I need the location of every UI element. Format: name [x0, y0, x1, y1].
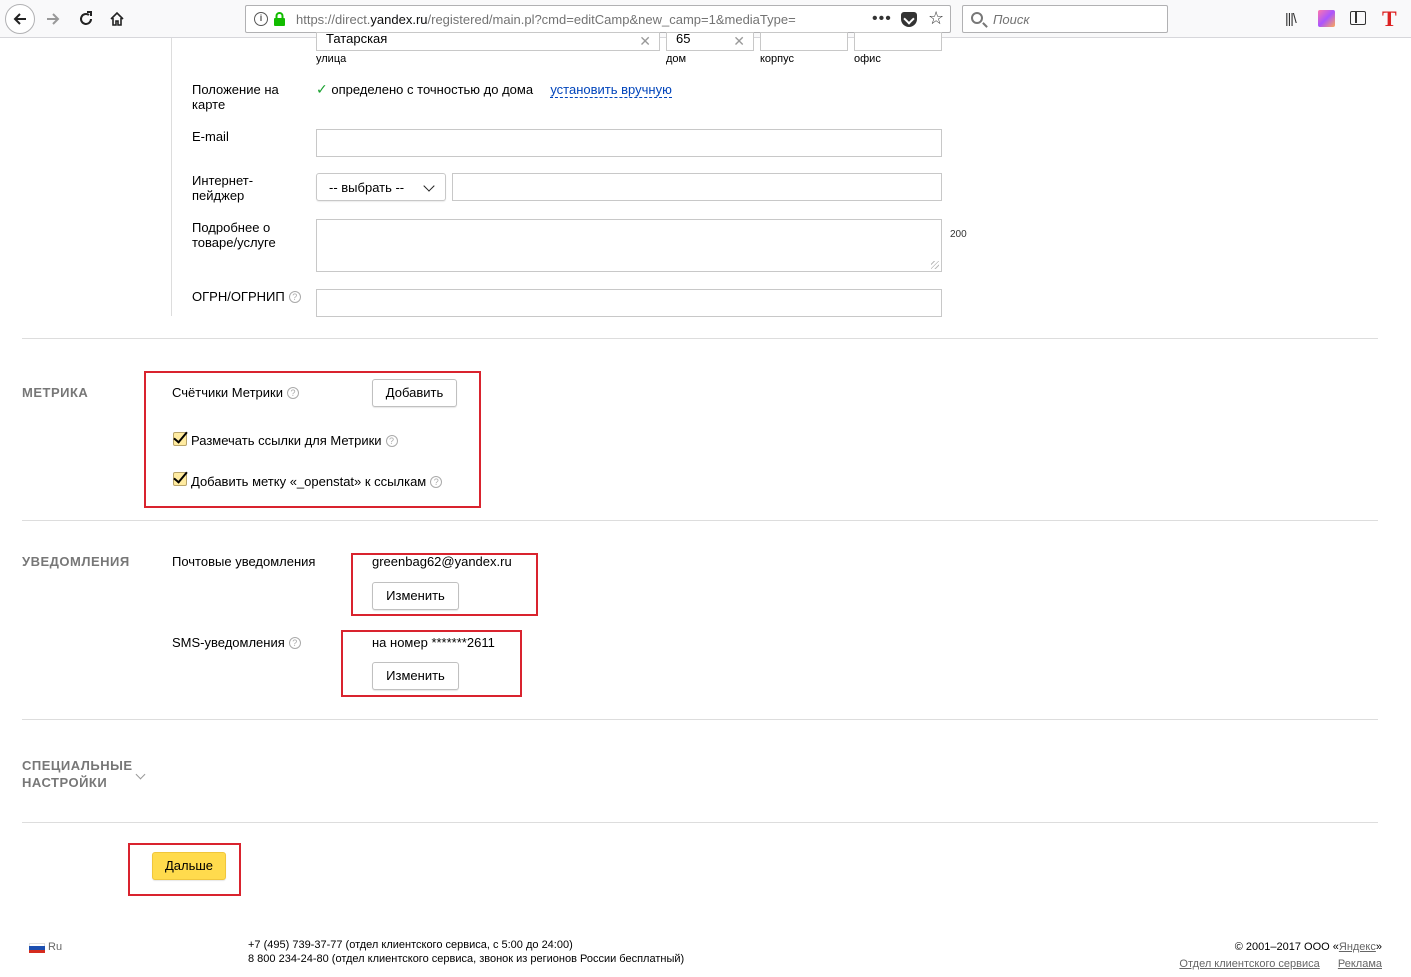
chevron-down-icon — [423, 180, 435, 192]
client-service-link[interactable]: Отдел клиентского сервиса — [1179, 958, 1319, 970]
info-icon[interactable]: i — [254, 12, 268, 26]
language-switch[interactable]: Ru — [48, 941, 62, 954]
street-label: улица — [316, 53, 347, 65]
library-icon[interactable]: |||\ — [1285, 10, 1297, 26]
clear-house-icon[interactable]: ✕ — [733, 33, 745, 50]
translate-extension-icon[interactable]: T — [1382, 6, 1397, 32]
footer-phone-moscow: +7 (495) 739-37-77 (отдел клиентского се… — [248, 939, 573, 951]
chevron-down-icon[interactable] — [135, 769, 146, 780]
footer-copyright: © 2001–2017 ООО «Яндекс» — [1235, 941, 1382, 954]
email-input[interactable] — [316, 129, 942, 157]
street-value: Татарская — [326, 32, 388, 46]
footer-phone-free: 8 800 234-24-80 (отдел клиентского серви… — [248, 953, 685, 965]
russia-flag-icon[interactable] — [29, 943, 45, 953]
search-bar[interactable]: Поиск — [962, 5, 1168, 33]
extension-icon[interactable] — [1318, 10, 1335, 27]
footer-links: Отдел клиентского сервиса Реклама — [1179, 958, 1382, 971]
ogrn-label-wrap: ОГРН/ОГРНИП? — [192, 289, 301, 304]
section-divider — [22, 719, 1378, 720]
search-placeholder: Поиск — [993, 12, 1030, 27]
bookmark-star-icon[interactable]: ☆ — [928, 8, 944, 29]
yandex-link[interactable]: Яндекс — [1339, 941, 1376, 953]
email-highlight-box — [351, 553, 538, 616]
help-icon[interactable]: ? — [288, 637, 301, 649]
details-char-counter: 200 — [950, 229, 967, 240]
address-bar[interactable]: i https://direct.yandex.ru/registered/ma… — [245, 5, 951, 33]
check-icon: ✓ — [316, 81, 328, 97]
section-divider — [22, 822, 1378, 823]
back-arrow-icon — [13, 13, 26, 25]
building-input[interactable] — [760, 32, 848, 51]
resize-grip-icon[interactable] — [931, 261, 939, 269]
pocket-icon[interactable] — [901, 12, 917, 27]
pager-select-value: -- выбрать -- — [329, 180, 405, 195]
ads-link[interactable]: Реклама — [1338, 958, 1382, 970]
home-button[interactable] — [102, 4, 132, 34]
office-input[interactable] — [854, 32, 942, 51]
reload-icon — [80, 11, 92, 25]
map-status-text: определено с точностью до дома — [331, 82, 534, 97]
email-label: E-mail — [192, 129, 229, 144]
house-value: 65 — [676, 32, 691, 46]
details-label: Подробнее о товаре/услуге — [192, 220, 276, 250]
notifications-section-title: УВЕДОМЛЕНИЯ — [22, 554, 130, 569]
url-text[interactable]: https://direct.yandex.ru/registered/main… — [296, 12, 856, 27]
sidebar-icon[interactable] — [1350, 11, 1366, 25]
street-input[interactable]: Татарская ✕ — [316, 32, 660, 51]
metrika-highlight-box — [144, 371, 481, 508]
pager-type-select[interactable]: -- выбрать -- — [316, 173, 446, 201]
copyright-prefix: © 2001–2017 ООО « — [1234, 941, 1339, 953]
metrika-section-title: МЕТРИКА — [22, 385, 89, 400]
ogrn-label: ОГРН/ОГРНИП — [192, 289, 285, 304]
next-highlight-box — [128, 843, 241, 896]
mail-notifications-label: Почтовые уведомления — [172, 554, 316, 569]
ogrn-input[interactable] — [316, 289, 942, 317]
pager-input[interactable] — [452, 173, 942, 201]
sms-highlight-box — [341, 630, 522, 697]
house-label: дом — [666, 53, 687, 65]
section-divider — [22, 338, 1378, 339]
special-settings-title[interactable]: СПЕЦИАЛЬНЫЕ НАСТРОЙКИ — [22, 757, 137, 791]
sms-label-wrap: SMS-уведомления? — [172, 635, 301, 650]
copyright-suffix: » — [1375, 941, 1382, 953]
pager-label: Интернет-пейджер — [192, 173, 254, 203]
section-divider — [22, 520, 1378, 521]
office-label: офис — [854, 53, 881, 65]
forward-arrow-icon — [47, 13, 60, 25]
forward-button[interactable] — [38, 4, 68, 34]
home-icon — [110, 11, 124, 26]
form-divider-line — [171, 38, 172, 316]
search-icon — [971, 12, 983, 24]
back-button[interactable] — [5, 4, 35, 34]
set-manually-link[interactable]: установить вручную — [550, 82, 672, 98]
help-icon[interactable]: ? — [288, 291, 301, 303]
clear-street-icon[interactable]: ✕ — [639, 33, 651, 50]
building-label: корпус — [760, 53, 795, 65]
house-input[interactable]: 65 ✕ — [666, 32, 754, 51]
details-textarea[interactable] — [316, 219, 942, 272]
page-actions-icon[interactable]: ••• — [872, 10, 892, 28]
sms-notifications-label: SMS-уведомления — [172, 635, 285, 650]
lock-icon — [274, 12, 285, 26]
reload-button[interactable] — [71, 4, 101, 34]
map-position-label: Положение на карте — [192, 82, 279, 112]
map-position-status: ✓ определено с точностью до дома установ… — [316, 81, 672, 98]
